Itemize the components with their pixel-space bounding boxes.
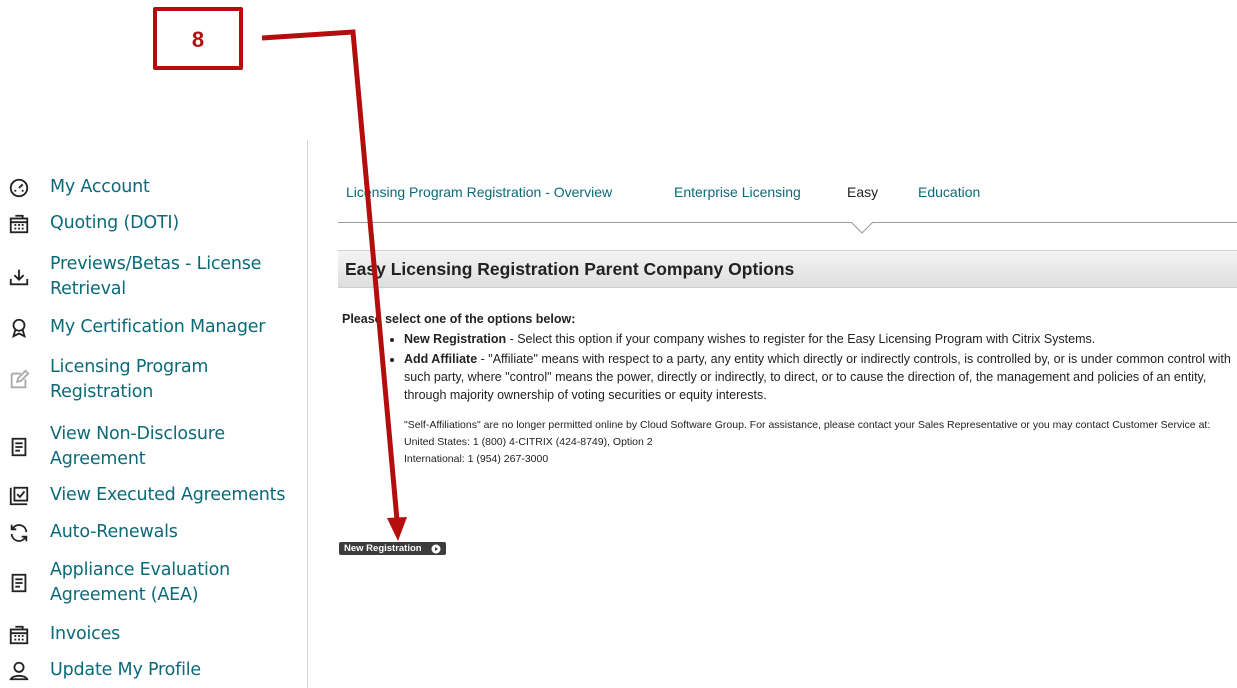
- sidebar-item-previews-betas[interactable]: Previews/Betas - License Retrieval: [8, 252, 280, 302]
- tab-underline: [338, 222, 1237, 223]
- registration-options: Please select one of the options below: …: [342, 312, 1232, 468]
- sidebar-item-auto-renewals[interactable]: Auto-Renewals: [8, 520, 178, 546]
- refresh-icon: [8, 520, 36, 546]
- sidebar-item-label: Update My Profile: [50, 660, 201, 680]
- sidebar-item-licensing-program-registration[interactable]: Licensing Program Registration: [8, 355, 280, 405]
- tab-easy[interactable]: Easy: [847, 184, 878, 200]
- sidebar-item-my-account[interactable]: My Account: [8, 175, 150, 201]
- section-header: Easy Licensing Registration Parent Compa…: [338, 250, 1237, 288]
- building-icon: [8, 622, 36, 648]
- sidebar-item-appliance-evaluation[interactable]: Appliance Evaluation Agreement (AEA): [8, 558, 280, 608]
- speedometer-icon: [8, 175, 36, 201]
- option-new-registration: New Registration - Select this option if…: [404, 330, 1232, 348]
- self-affiliation-notice: "Self-Affiliations" are no longer permit…: [404, 417, 1230, 468]
- play-circle-icon: [431, 544, 441, 553]
- sidebar-item-invoices[interactable]: Invoices: [8, 622, 120, 648]
- tab-licensing-overview[interactable]: Licensing Program Registration - Overvie…: [346, 184, 612, 200]
- notice-text: "Self-Affiliations" are no longer permit…: [404, 419, 1211, 431]
- intro-text: Please select one of the options below:: [342, 312, 576, 326]
- sidebar-item-label: Licensing Program Registration: [50, 357, 209, 402]
- document-icon: [8, 434, 36, 460]
- building-icon: [8, 211, 36, 237]
- new-registration-button[interactable]: New Registration: [339, 542, 446, 555]
- option-add-affiliate: Add Affiliate - "Affiliate" means with r…: [404, 350, 1232, 404]
- tab-enterprise-licensing[interactable]: Enterprise Licensing: [674, 184, 801, 200]
- sidebar-item-label: Previews/Betas - License Retrieval: [50, 254, 262, 299]
- sidebar-item-label: Invoices: [50, 624, 121, 644]
- options-list: New Registration - Select this option if…: [342, 330, 1232, 404]
- option-name: Add Affiliate: [404, 352, 478, 366]
- active-tab-caret: [851, 222, 873, 234]
- tab-education[interactable]: Education: [918, 184, 980, 200]
- phone-international: International: 1 (954) 267-3000: [404, 453, 549, 465]
- edit-icon: [8, 367, 36, 393]
- award-icon: [8, 315, 36, 341]
- sidebar-item-label: Auto-Renewals: [50, 522, 178, 542]
- sidebar-item-label: My Certification Manager: [50, 317, 266, 337]
- sidebar-item-executed-agreements[interactable]: View Executed Agreements: [8, 483, 285, 509]
- user-icon: [8, 658, 36, 684]
- sidebar-item-label: View Non-Disclosure Agreement: [50, 424, 225, 469]
- option-description: - "Affiliate" means with respect to a pa…: [404, 352, 1231, 402]
- sidebar-item-update-profile[interactable]: Update My Profile: [8, 658, 201, 684]
- checkbox-document-icon: [8, 483, 36, 509]
- sidebar-item-label: Appliance Evaluation Agreement (AEA): [50, 560, 231, 605]
- button-label: New Registration: [344, 543, 422, 554]
- section-title: Easy Licensing Registration Parent Compa…: [345, 259, 795, 279]
- annotation-callout: 8: [153, 7, 243, 70]
- annotation-number: 8: [191, 27, 205, 52]
- sidebar-item-certification-manager[interactable]: My Certification Manager: [8, 315, 265, 341]
- sidebar: My Account Quoting (DOTI) Previews/Betas…: [0, 0, 308, 688]
- option-description: - Select this option if your company wis…: [506, 332, 1096, 346]
- document-icon: [8, 570, 36, 596]
- sidebar-item-label: View Executed Agreements: [50, 485, 286, 505]
- sidebar-item-label: Quoting (DOTI): [50, 213, 180, 233]
- sidebar-divider: [307, 140, 308, 688]
- option-name: New Registration: [404, 332, 507, 346]
- sidebar-item-view-nda[interactable]: View Non-Disclosure Agreement: [8, 422, 280, 472]
- download-icon: [8, 264, 36, 290]
- tab-bar: Licensing Program Registration - Overvie…: [338, 176, 1237, 222]
- sidebar-item-quoting[interactable]: Quoting (DOTI): [8, 211, 179, 237]
- phone-us: United States: 1 (800) 4-CITRIX (424-874…: [404, 436, 653, 448]
- sidebar-item-label: My Account: [50, 177, 150, 197]
